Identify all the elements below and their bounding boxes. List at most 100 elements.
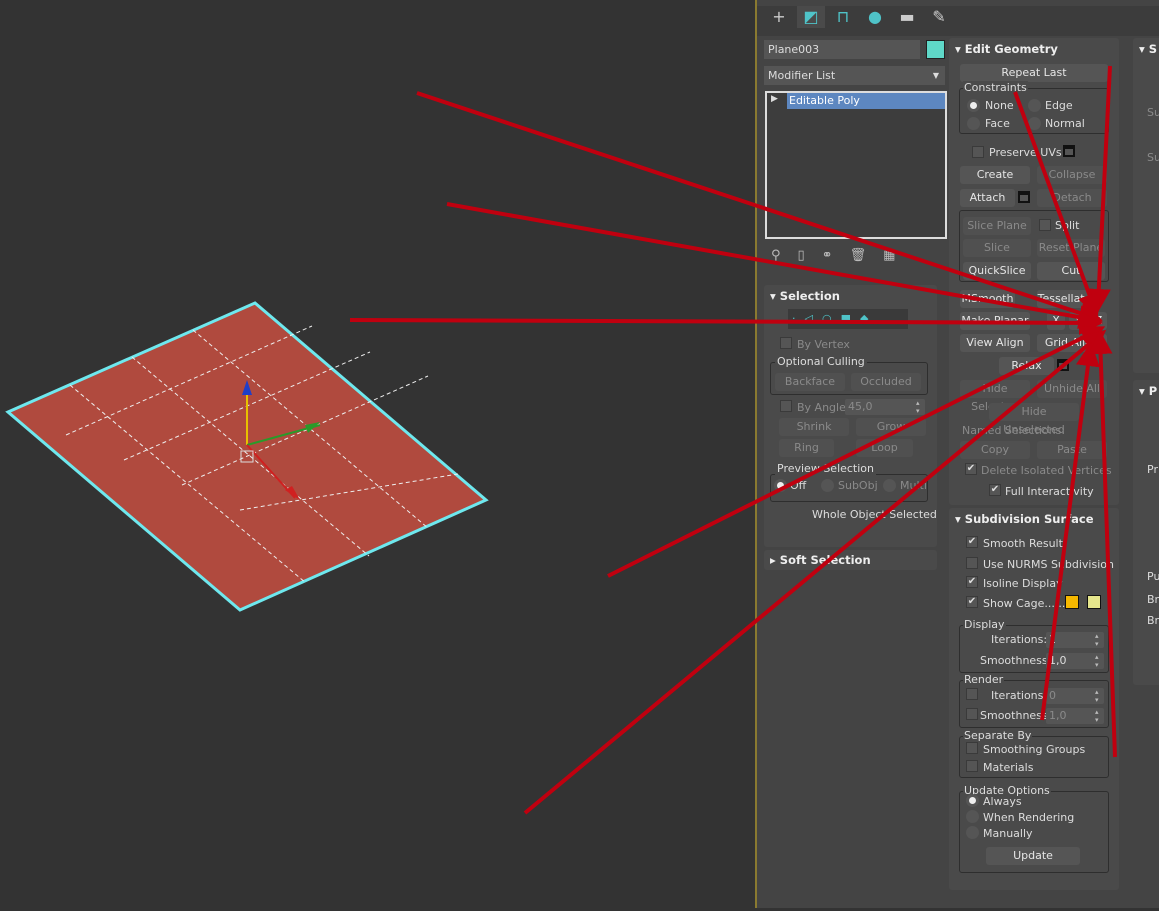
selection-rollout-header[interactable]: ▾ Selection xyxy=(770,289,840,303)
by-angle-checkbox[interactable] xyxy=(780,400,792,412)
update-when-rendering-radio[interactable] xyxy=(966,810,979,823)
right-rollout-2-header[interactable]: ▾ P xyxy=(1139,384,1157,398)
z-button[interactable]: Z xyxy=(1090,312,1107,330)
repeat-last-button[interactable]: Repeat Last xyxy=(960,64,1108,82)
update-always-radio[interactable] xyxy=(966,794,979,807)
configure-modifier-sets-icon[interactable]: ▦ xyxy=(883,248,912,263)
occluded-button[interactable]: Occluded xyxy=(851,373,921,391)
create-button[interactable]: Create xyxy=(960,166,1030,184)
viewport-perspective[interactable] xyxy=(0,0,755,908)
backface-button[interactable]: Backface xyxy=(775,373,845,391)
reset-plane-button[interactable]: Reset Plane xyxy=(1037,239,1105,257)
smoothing-groups-label: Smoothing Groups xyxy=(983,743,1086,756)
hide-selected-button[interactable]: Hide Selected xyxy=(960,380,1030,413)
command-tabs: + ◩ ⊓ ● ▬ ✎ xyxy=(757,6,1159,36)
loop-button[interactable]: Loop xyxy=(856,439,913,457)
constraint-none-radio[interactable] xyxy=(967,99,980,112)
update-button[interactable]: Update xyxy=(986,847,1080,865)
smooth-result-checkbox[interactable]: ✔ xyxy=(966,536,978,548)
show-end-result-icon[interactable]: ▯ xyxy=(798,248,822,263)
display-smoothness-spinner[interactable]: 1,0 xyxy=(1046,653,1104,669)
smoothing-groups-checkbox[interactable] xyxy=(966,742,978,754)
shrink-button[interactable]: Shrink xyxy=(779,418,849,436)
chevron-down-icon: ▼ xyxy=(932,71,939,80)
constraint-face-radio[interactable] xyxy=(967,117,980,130)
attach-button[interactable]: Attach xyxy=(960,189,1015,207)
relax-button[interactable]: Relax xyxy=(999,357,1054,375)
subdivision-surface-header[interactable]: ▾ Subdivision Surface xyxy=(955,512,1094,526)
ring-button[interactable]: Ring xyxy=(779,439,834,457)
split-checkbox[interactable] xyxy=(1039,219,1051,231)
grow-button[interactable]: Grow xyxy=(856,418,926,436)
modifier-list-dropdown[interactable]: Modifier List ▼ xyxy=(764,66,945,85)
polygon-icon: ■ xyxy=(840,312,860,325)
tessellate-button[interactable]: Tessellate xyxy=(1037,290,1092,308)
update-manually-radio[interactable] xyxy=(966,826,979,839)
display-tab-icon[interactable]: ▬ xyxy=(893,6,921,28)
delete-isolated-checkbox[interactable]: ✔ xyxy=(965,463,977,475)
preview-subobj-radio[interactable] xyxy=(821,479,834,492)
full-interactivity-checkbox[interactable]: ✔ xyxy=(989,484,1001,496)
show-cage-checkbox[interactable]: ✔ xyxy=(966,596,978,608)
hierarchy-tab-icon[interactable]: ⊓ xyxy=(829,6,857,28)
right-rollout-1: ▾ S Su Su xyxy=(1133,38,1159,373)
preserve-uvs-checkbox[interactable] xyxy=(972,146,984,158)
create-tab-icon[interactable]: + xyxy=(765,6,793,28)
cage-selected-color-swatch[interactable] xyxy=(1087,595,1101,609)
soft-selection-header[interactable]: ▸ Soft Selection xyxy=(770,553,871,567)
x-button[interactable]: X xyxy=(1047,312,1065,330)
unhide-all-button[interactable]: Unhide All xyxy=(1037,380,1107,398)
utilities-wrench-icon[interactable]: ✎ xyxy=(925,6,953,28)
slice-plane-button[interactable]: Slice Plane xyxy=(963,217,1031,235)
modifier-stack: Editable Poly ▶ xyxy=(765,91,947,239)
modify-tab-icon[interactable]: ◩ xyxy=(797,6,825,28)
use-nurms-checkbox[interactable] xyxy=(966,557,978,569)
preview-off-radio[interactable] xyxy=(774,479,787,492)
by-vertex-checkbox[interactable] xyxy=(780,337,792,349)
render-smoothness-spinner[interactable]: 1,0 xyxy=(1046,708,1104,724)
by-angle-spinner[interactable]: 45,0 xyxy=(845,399,925,415)
cut-button[interactable]: Cut xyxy=(1037,262,1105,280)
motion-tab-icon[interactable]: ● xyxy=(861,6,889,28)
remove-modifier-icon[interactable]: 🗑 xyxy=(850,248,884,263)
preview-multi-radio[interactable] xyxy=(883,479,896,492)
preview-multi-label: Multi xyxy=(900,479,927,492)
preserve-uvs-settings-icon[interactable] xyxy=(1063,145,1075,157)
render-iterations-spinner[interactable]: 0 xyxy=(1046,688,1104,704)
make-unique-icon[interactable]: ⚭ xyxy=(822,248,850,263)
object-color-swatch[interactable] xyxy=(926,40,945,59)
render-label: Render xyxy=(963,673,1005,686)
pin-stack-icon[interactable]: ⚲ xyxy=(771,248,798,263)
optional-culling-label: Optional Culling xyxy=(775,355,867,368)
object-name-field[interactable]: Plane003 xyxy=(764,40,920,59)
attach-list-icon[interactable] xyxy=(1018,191,1030,203)
subobject-level-toolbar[interactable]: ·◁○■◆ xyxy=(788,309,908,329)
detach-button[interactable]: Detach xyxy=(1037,189,1107,207)
isoline-display-checkbox[interactable]: ✔ xyxy=(966,576,978,588)
stack-item-editable-poly[interactable]: Editable Poly xyxy=(787,93,945,109)
right-rollout-1-header[interactable]: ▾ S xyxy=(1139,42,1157,56)
display-iterations-spinner[interactable]: 1 xyxy=(1046,632,1104,648)
render-smoothness-checkbox[interactable] xyxy=(966,708,978,720)
hide-unselected-button[interactable]: Hide Unselected xyxy=(989,403,1079,436)
collapse-button[interactable]: Collapse xyxy=(1037,166,1107,184)
copy-button[interactable]: Copy xyxy=(960,441,1030,459)
edit-geometry-header[interactable]: ▾ Edit Geometry xyxy=(955,42,1058,56)
paste-button[interactable]: Paste xyxy=(1037,441,1107,459)
msmooth-button[interactable]: MSmooth xyxy=(960,290,1015,308)
soft-selection-rollout[interactable]: ▸ Soft Selection xyxy=(764,550,937,570)
materials-checkbox[interactable] xyxy=(966,760,978,772)
y-button[interactable]: Y xyxy=(1069,312,1087,330)
constraint-edge-radio[interactable] xyxy=(1028,99,1041,112)
quickslice-button[interactable]: QuickSlice xyxy=(963,262,1031,280)
render-iterations-checkbox[interactable] xyxy=(966,688,978,700)
make-planar-button[interactable]: Make Planar xyxy=(960,312,1030,330)
slice-button[interactable]: Slice xyxy=(963,239,1031,257)
grid-align-button[interactable]: Grid Align xyxy=(1037,334,1107,352)
constraint-normal-radio[interactable] xyxy=(1028,117,1041,130)
relax-settings-icon[interactable] xyxy=(1057,359,1069,371)
view-align-button[interactable]: View Align xyxy=(960,334,1030,352)
cage-color-swatch[interactable] xyxy=(1065,595,1079,609)
edge-icon: ◁ xyxy=(804,312,822,325)
expand-triangle-icon[interactable]: ▶ xyxy=(771,94,778,104)
